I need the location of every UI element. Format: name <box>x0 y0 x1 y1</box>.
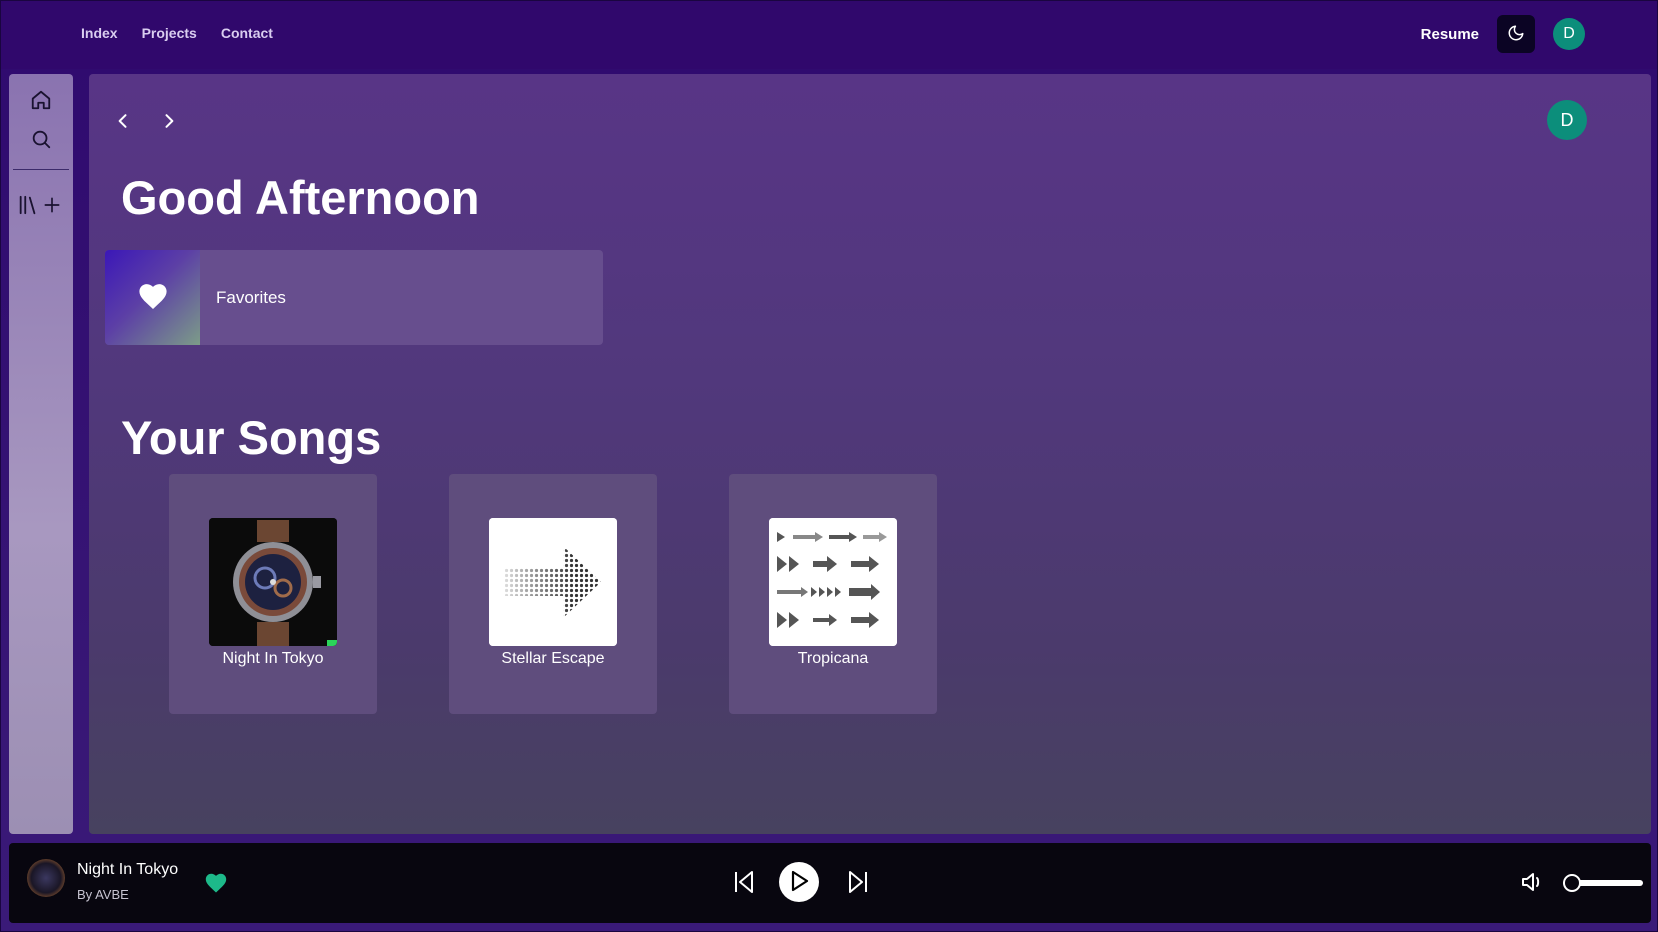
chevron-right-icon <box>159 111 179 134</box>
skip-forward-icon <box>846 869 870 898</box>
song-card[interactable]: Tropicana <box>729 474 937 714</box>
profile-avatar[interactable]: D <box>1547 100 1587 140</box>
add-playlist-button[interactable] <box>39 193 65 219</box>
greeting-heading: Good Afternoon <box>121 171 480 224</box>
now-playing-thumbnail <box>27 859 65 897</box>
previous-button[interactable] <box>731 863 757 903</box>
library-button[interactable] <box>15 193 41 219</box>
song-art-stellar-escape <box>489 518 617 646</box>
play-button[interactable] <box>779 862 819 902</box>
chevron-left-icon <box>113 111 133 134</box>
heart-icon <box>204 873 228 896</box>
player-bar: Night In Tokyo By AVBE <box>9 843 1651 923</box>
song-art-night-in-tokyo <box>209 518 337 646</box>
history-nav <box>111 110 181 134</box>
now-playing-artist: By AVBE <box>77 887 129 902</box>
play-icon <box>788 869 810 896</box>
sidebar-divider <box>13 169 69 170</box>
library-icon <box>17 194 39 219</box>
theme-toggle-button[interactable] <box>1497 15 1535 53</box>
song-art-tropicana <box>769 518 897 646</box>
plus-icon <box>42 195 62 218</box>
sidebar <box>9 74 73 834</box>
top-nav: Index Projects Contact <box>81 25 273 41</box>
top-bar: Index Projects Contact Resume D <box>1 1 1657 69</box>
skip-back-icon <box>732 869 756 898</box>
song-title: Stellar Escape <box>501 650 605 667</box>
song-card[interactable]: Stellar Escape <box>449 474 657 714</box>
nav-link-contact[interactable]: Contact <box>221 25 273 41</box>
forward-button[interactable] <box>157 110 181 134</box>
home-icon <box>30 89 52 114</box>
volume-button[interactable] <box>1519 871 1545 895</box>
song-title: Tropicana <box>797 650 869 667</box>
home-button[interactable] <box>28 88 54 114</box>
favorites-thumbnail <box>105 250 200 345</box>
favorites-label: Favorites <box>216 287 286 307</box>
next-button[interactable] <box>845 863 871 903</box>
heart-icon <box>137 280 169 315</box>
favorites-card[interactable]: Favorites <box>105 250 603 345</box>
main-content: D Good Afternoon Favorites Your Songs Ni… <box>89 74 1651 834</box>
nav-link-projects[interactable]: Projects <box>142 25 197 41</box>
nav-link-index[interactable]: Index <box>81 25 118 41</box>
top-right-actions: Resume D <box>1421 15 1585 53</box>
back-button[interactable] <box>111 110 135 134</box>
now-playing-title: Night In Tokyo <box>77 861 179 878</box>
volume-icon <box>1520 873 1544 896</box>
search-button[interactable] <box>28 127 54 153</box>
moon-icon <box>1507 24 1525 45</box>
app-window: Index Projects Contact Resume D D Good A… <box>0 0 1658 932</box>
resume-link[interactable]: Resume <box>1421 26 1479 43</box>
volume-slider-thumb[interactable] <box>1563 874 1581 892</box>
user-avatar[interactable]: D <box>1553 18 1585 50</box>
search-icon <box>30 128 52 153</box>
your-songs-heading: Your Songs <box>121 411 382 464</box>
song-card[interactable]: Night In Tokyo <box>169 474 377 714</box>
song-title: Night In Tokyo <box>222 650 324 667</box>
like-button[interactable] <box>203 871 229 895</box>
